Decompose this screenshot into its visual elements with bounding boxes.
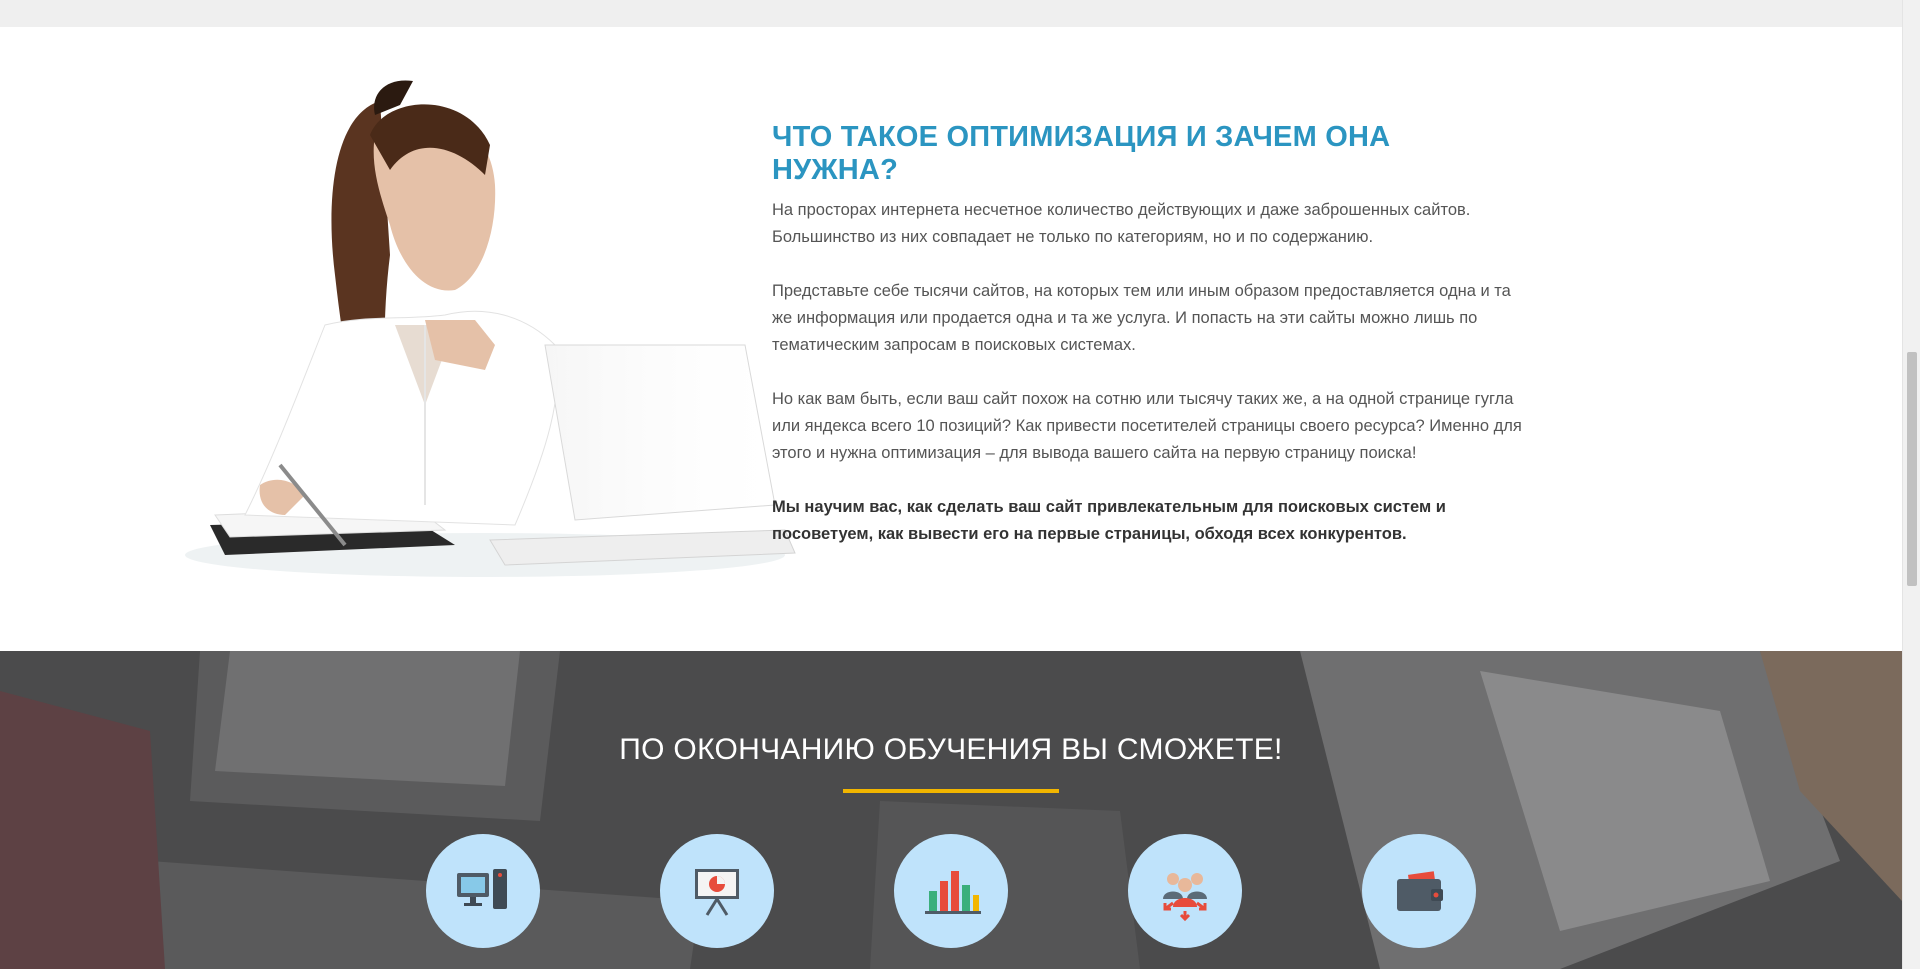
computer-tower-icon [457,869,507,909]
intro-highlight: Мы научим вас, как сделать ваш сайт прив… [772,498,1446,543]
intro-text-block: ЧТО ТАКОЕ ОПТИМИЗАЦИЯ И ЗАЧЕМ ОНА НУЖНА?… [772,121,1524,575]
intro-paragraph-3: Но как вам быть, если ваш сайт похож на … [772,390,1522,462]
bar-chart-icon [925,871,981,914]
feature-item-3 [894,834,1008,948]
intro-paragraph-1: На просторах интернета несчетное количес… [772,201,1471,246]
outcomes-section: ПО ОКОНЧАНИЮ ОБУЧЕНИЯ ВЫ СМОЖЕТЕ! [0,651,1902,969]
wallet-icon [1397,871,1443,911]
title-underline [843,789,1059,793]
feature-item-2 [660,834,774,948]
presentation-board-icon [695,869,739,916]
team-icon [1163,873,1207,922]
scrollbar-thumb[interactable] [1907,352,1917,586]
page-scrollbar[interactable] [1902,0,1920,969]
feature-item-1 [426,834,540,948]
outcomes-title: ПО ОКОНЧАНИЮ ОБУЧЕНИЯ ВЫ СМОЖЕТЕ! [619,733,1283,766]
previous-section-edge [0,0,1902,27]
feature-item-5 [1362,834,1476,948]
intro-paragraph-2: Представьте себе тысячи сайтов, на котор… [772,282,1511,354]
feature-item-4 [1128,834,1242,948]
intro-title: ЧТО ТАКОЕ ОПТИМИЗАЦИЯ И ЗАЧЕМ ОНА НУЖНА? [772,121,1391,186]
seo-intro-section: ЧТО ТАКОЕ ОПТИМИЗАЦИЯ И ЗАЧЕМ ОНА НУЖНА?… [0,27,1902,651]
